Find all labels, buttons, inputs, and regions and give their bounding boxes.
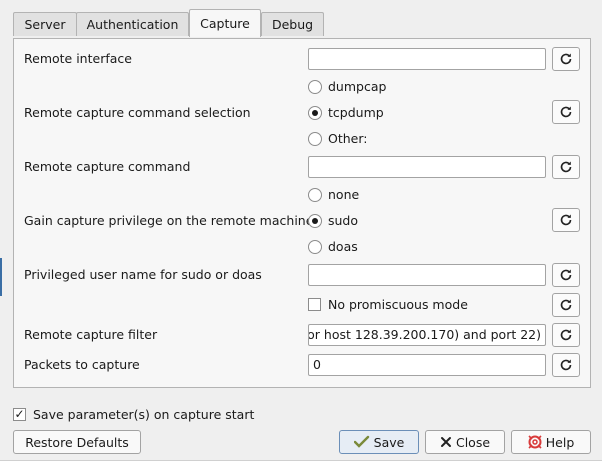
- reset-icon: [560, 161, 572, 173]
- radio-none-label: none: [328, 187, 360, 202]
- radio-doas[interactable]: [308, 240, 322, 254]
- no-promiscuous-checkbox[interactable]: [308, 298, 321, 311]
- window-edge-decoration: [0, 258, 2, 296]
- tab-debug[interactable]: Debug: [261, 12, 324, 36]
- reset-icon: [560, 214, 572, 226]
- remote-command-input[interactable]: [308, 156, 546, 178]
- tab-server[interactable]: Server: [13, 12, 77, 36]
- packets-input[interactable]: 0: [308, 354, 546, 376]
- radio-sudo-label: sudo: [328, 213, 359, 228]
- reset-icon: [560, 106, 572, 118]
- tab-capture[interactable]: Capture: [189, 9, 261, 37]
- reset-icon: [560, 53, 572, 65]
- radio-other-label: Other:: [328, 131, 368, 146]
- remote-interface-reset-button[interactable]: [552, 47, 580, 71]
- remote-command-label: Remote capture command: [24, 159, 191, 174]
- help-button[interactable]: Help: [511, 430, 591, 454]
- reset-icon: [560, 269, 572, 281]
- priv-user-label: Privileged user name for sudo or doas: [24, 267, 262, 282]
- command-selection-label: Remote capture command selection: [24, 105, 251, 120]
- close-label: Close: [455, 434, 491, 450]
- close-icon: [440, 437, 451, 447]
- privilege-label: Gain capture privilege on the remote mac…: [24, 213, 314, 228]
- command-selection-reset-button[interactable]: [552, 100, 580, 124]
- remote-command-reset-button[interactable]: [552, 155, 580, 179]
- remote-interface-input[interactable]: [308, 48, 546, 70]
- reset-icon: [560, 329, 572, 341]
- promiscuous-reset-button[interactable]: [552, 293, 580, 317]
- save-params-checkbox[interactable]: ✓: [13, 408, 26, 421]
- radio-none[interactable]: [308, 188, 322, 202]
- remote-interface-label: Remote interface: [24, 51, 132, 66]
- close-button[interactable]: Close: [425, 430, 505, 454]
- restore-defaults-button[interactable]: Restore Defaults: [13, 430, 141, 454]
- help-icon: [528, 435, 542, 449]
- filter-value: 7 or host 128.39.200.170) and port 22): [308, 327, 541, 342]
- privilege-reset-button[interactable]: [552, 208, 580, 232]
- save-params-label: Save parameter(s) on capture start: [33, 407, 255, 422]
- packets-reset-button[interactable]: [552, 353, 580, 377]
- radio-dumpcap[interactable]: [308, 80, 322, 94]
- radio-tcpdump-label: tcpdump: [328, 105, 384, 120]
- restore-defaults-label: Restore Defaults: [25, 434, 129, 450]
- radio-dumpcap-label: dumpcap: [328, 79, 387, 94]
- radio-doas-label: doas: [328, 239, 358, 254]
- radio-tcpdump[interactable]: [308, 106, 322, 120]
- filter-reset-button[interactable]: [552, 323, 580, 347]
- save-button[interactable]: Save: [339, 430, 419, 454]
- radio-other[interactable]: [308, 132, 322, 146]
- no-promiscuous-label: No promiscuous mode: [328, 297, 468, 312]
- priv-user-reset-button[interactable]: [552, 263, 580, 287]
- reset-icon: [560, 299, 572, 311]
- packets-label: Packets to capture: [24, 357, 140, 372]
- filter-input[interactable]: 7 or host 128.39.200.170) and port 22): [308, 324, 546, 346]
- radio-sudo[interactable]: [308, 214, 322, 228]
- tab-authentication[interactable]: Authentication: [76, 12, 189, 36]
- priv-user-input[interactable]: [308, 264, 546, 286]
- filter-label: Remote capture filter: [24, 327, 158, 342]
- save-label: Save: [373, 434, 405, 450]
- help-label: Help: [545, 434, 575, 450]
- save-icon: [353, 435, 369, 448]
- reset-icon: [560, 359, 572, 371]
